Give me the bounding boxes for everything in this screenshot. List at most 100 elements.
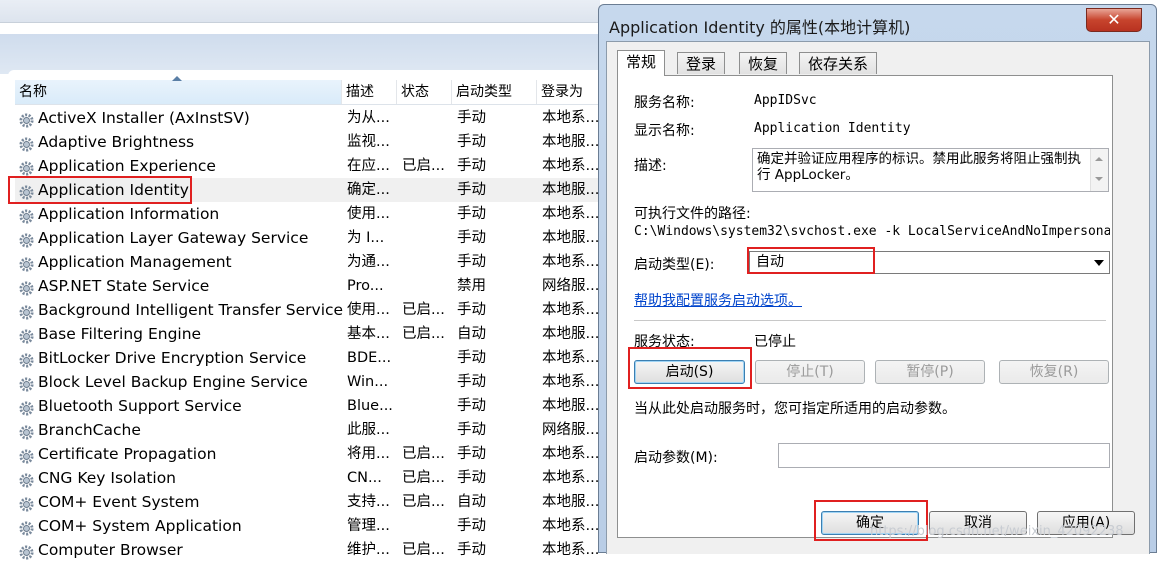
service-name-cell: Block Level Backup Engine Service bbox=[38, 373, 308, 391]
close-button[interactable]: ✕ bbox=[1086, 8, 1142, 32]
service-description-cell: 为从... bbox=[347, 110, 390, 126]
service-description-cell: 使用... bbox=[347, 206, 390, 222]
description-scrollbar[interactable] bbox=[1090, 149, 1108, 191]
annotation-highlight-start-button bbox=[628, 347, 752, 389]
column-status-label: 状态 bbox=[401, 84, 429, 100]
description-textbox[interactable]: 确定并验证应用程序的标识。禁用此服务将阻止强制执行 AppLocker。 bbox=[752, 148, 1109, 192]
start-parameters-label: 启动参数(M): bbox=[634, 450, 718, 466]
service-startup-cell: 自动 bbox=[457, 494, 486, 510]
tab-recovery-label: 恢复 bbox=[748, 55, 779, 73]
service-row[interactable]: BitLocker Drive Encryption Service BDE...… bbox=[15, 346, 600, 370]
service-gear-icon bbox=[19, 471, 34, 488]
service-startup-cell: 禁用 bbox=[457, 278, 486, 294]
service-description-cell: 维护... bbox=[347, 542, 390, 558]
service-name-cell: Bluetooth Support Service bbox=[38, 397, 242, 415]
service-name-cell: Background Intelligent Transfer Service bbox=[38, 301, 343, 319]
tab-general[interactable]: 常规 bbox=[617, 50, 666, 76]
service-row[interactable]: Block Level Backup Engine Service Win... 手… bbox=[15, 370, 600, 394]
service-startup-cell: 手动 bbox=[457, 350, 486, 366]
column-header-description[interactable]: 描述 bbox=[342, 80, 397, 104]
service-row[interactable]: Background Intelligent Transfer Service 使… bbox=[15, 298, 600, 322]
service-name-cell: Computer Browser bbox=[38, 541, 183, 559]
tab-recovery[interactable]: 恢复 bbox=[739, 52, 788, 74]
service-status-cell: 已启... bbox=[402, 302, 445, 318]
service-startup-cell: 手动 bbox=[457, 422, 486, 438]
watermark: https://blog.csdn.net/weixin_42092238 bbox=[870, 524, 1124, 539]
description-value: 确定并验证应用程序的标识。禁用此服务将阻止强制执行 AppLocker。 bbox=[757, 151, 1081, 183]
description-label: 描述: bbox=[634, 158, 667, 174]
column-name-label: 名称 bbox=[19, 84, 47, 100]
service-row[interactable]: BranchCache 此服... 手动 网络服... bbox=[15, 418, 600, 442]
services-toolbar-band bbox=[0, 34, 600, 74]
service-row[interactable]: Adaptive Brightness 监视... 手动 本地服... bbox=[15, 130, 600, 154]
pause-service-label: 暂停(P) bbox=[906, 364, 954, 380]
service-name-cell: Application Layer Gateway Service bbox=[38, 229, 309, 247]
service-logon-cell: 本地系... bbox=[542, 254, 600, 270]
service-row[interactable]: Computer Browser 维护... 已启... 手动 本地系... bbox=[15, 538, 600, 562]
stop-service-button[interactable]: 停止(T) bbox=[755, 360, 865, 384]
service-gear-icon bbox=[19, 399, 34, 416]
service-logon-cell: 本地系... bbox=[542, 446, 600, 462]
dialog-title: Application Identity 的属性(本地计算机) bbox=[609, 18, 911, 37]
service-startup-cell: 手动 bbox=[457, 230, 486, 246]
service-logon-cell: 本地系... bbox=[542, 470, 600, 486]
start-parameters-input[interactable] bbox=[778, 443, 1110, 468]
service-row[interactable]: Bluetooth Support Service Blue... 手动 本地服... bbox=[15, 394, 600, 418]
service-row[interactable]: Application Information 使用... 手动 本地系... bbox=[15, 202, 600, 226]
service-gear-icon bbox=[19, 543, 34, 560]
pause-service-button[interactable]: 暂停(P) bbox=[875, 360, 985, 384]
startup-type-label: 启动类型(E): bbox=[634, 257, 715, 273]
executable-path-value: C:\Windows\system32\svchost.exe -k Local… bbox=[634, 224, 1110, 239]
service-description-cell: BDE... bbox=[347, 350, 392, 366]
service-logon-cell: 本地服... bbox=[542, 182, 600, 198]
service-row[interactable]: COM+ System Application 管理... 手动 本地系... bbox=[15, 514, 600, 538]
service-row[interactable]: Application Experience 在应... 已启... 手动 本地系... bbox=[15, 154, 600, 178]
executable-path-label: 可执行文件的路径: bbox=[634, 206, 751, 222]
service-row[interactable]: CNG Key Isolation CN... 已启... 手动 本地系... bbox=[15, 466, 600, 490]
service-logon-cell: 本地服... bbox=[542, 326, 600, 342]
service-row[interactable]: Application Management 为通... 手动 本地系... bbox=[15, 250, 600, 274]
service-startup-cell: 手动 bbox=[457, 446, 486, 462]
service-description-cell: Blue... bbox=[347, 398, 393, 414]
sort-ascending-icon bbox=[172, 76, 182, 81]
column-header-logon-as[interactable]: 登录为 bbox=[537, 80, 607, 104]
service-description-cell: 管理... bbox=[347, 518, 390, 534]
column-header-startup-type[interactable]: 启动类型 bbox=[452, 80, 537, 104]
column-header-name[interactable]: 名称 bbox=[15, 76, 342, 104]
divider bbox=[634, 320, 1106, 321]
service-startup-cell: 手动 bbox=[457, 158, 486, 174]
service-name-cell: Application Information bbox=[38, 205, 220, 223]
properties-dialog: Application Identity 的属性(本地计算机) ✕ 常规 登录 … bbox=[598, 4, 1157, 554]
column-header-status[interactable]: 状态 bbox=[397, 80, 452, 104]
service-gear-icon bbox=[19, 111, 34, 128]
service-row[interactable]: Certificate Propagation 将用... 已启... 手动 本地系..… bbox=[15, 442, 600, 466]
service-row[interactable]: COM+ Event System 支持... 已启... 自动 本地服... bbox=[15, 490, 600, 514]
service-status-cell: 已启... bbox=[402, 326, 445, 342]
service-name-cell: COM+ Event System bbox=[38, 493, 200, 511]
service-row[interactable]: Application Layer Gateway Service 为 I... 手… bbox=[15, 226, 600, 250]
tab-logon[interactable]: 登录 bbox=[677, 52, 726, 74]
tab-dependencies[interactable]: 依存关系 bbox=[799, 52, 878, 74]
service-logon-cell: 本地系... bbox=[542, 206, 600, 222]
service-description-cell: 为通... bbox=[347, 254, 390, 270]
help-configure-startup-link[interactable]: 帮助我配置服务启动选项。 bbox=[634, 290, 802, 310]
service-gear-icon bbox=[19, 519, 34, 536]
service-name-cell: Application Management bbox=[38, 253, 232, 271]
service-name-cell: Adaptive Brightness bbox=[38, 133, 195, 151]
service-name-cell: ActiveX Installer (AxInstSV) bbox=[38, 109, 250, 127]
display-name-value: Application Identity bbox=[754, 121, 911, 136]
service-row[interactable]: ASP.NET State Service Pro... 禁用 网络服... bbox=[15, 274, 600, 298]
service-name-cell: Base Filtering Engine bbox=[38, 325, 202, 343]
service-status-cell: 已启... bbox=[402, 158, 445, 174]
service-name-label: 服务名称: bbox=[634, 95, 695, 111]
service-logon-cell: 本地系... bbox=[542, 302, 600, 318]
services-list-header: 名称 描述 状态 启动类型 登录为 bbox=[15, 76, 600, 105]
service-row[interactable]: Base Filtering Engine 基本... 已启... 自动 本地服... bbox=[15, 322, 600, 346]
service-description-cell: 此服... bbox=[347, 422, 390, 438]
resume-service-button[interactable]: 恢复(R) bbox=[999, 360, 1109, 384]
service-row[interactable]: ActiveX Installer (AxInstSV) 为从... 手动 本地系..… bbox=[15, 106, 600, 130]
service-description-cell: 监视... bbox=[347, 134, 390, 150]
service-description-cell: Win... bbox=[347, 374, 389, 390]
service-logon-cell: 本地服... bbox=[542, 494, 600, 510]
service-startup-cell: 手动 bbox=[457, 134, 486, 150]
